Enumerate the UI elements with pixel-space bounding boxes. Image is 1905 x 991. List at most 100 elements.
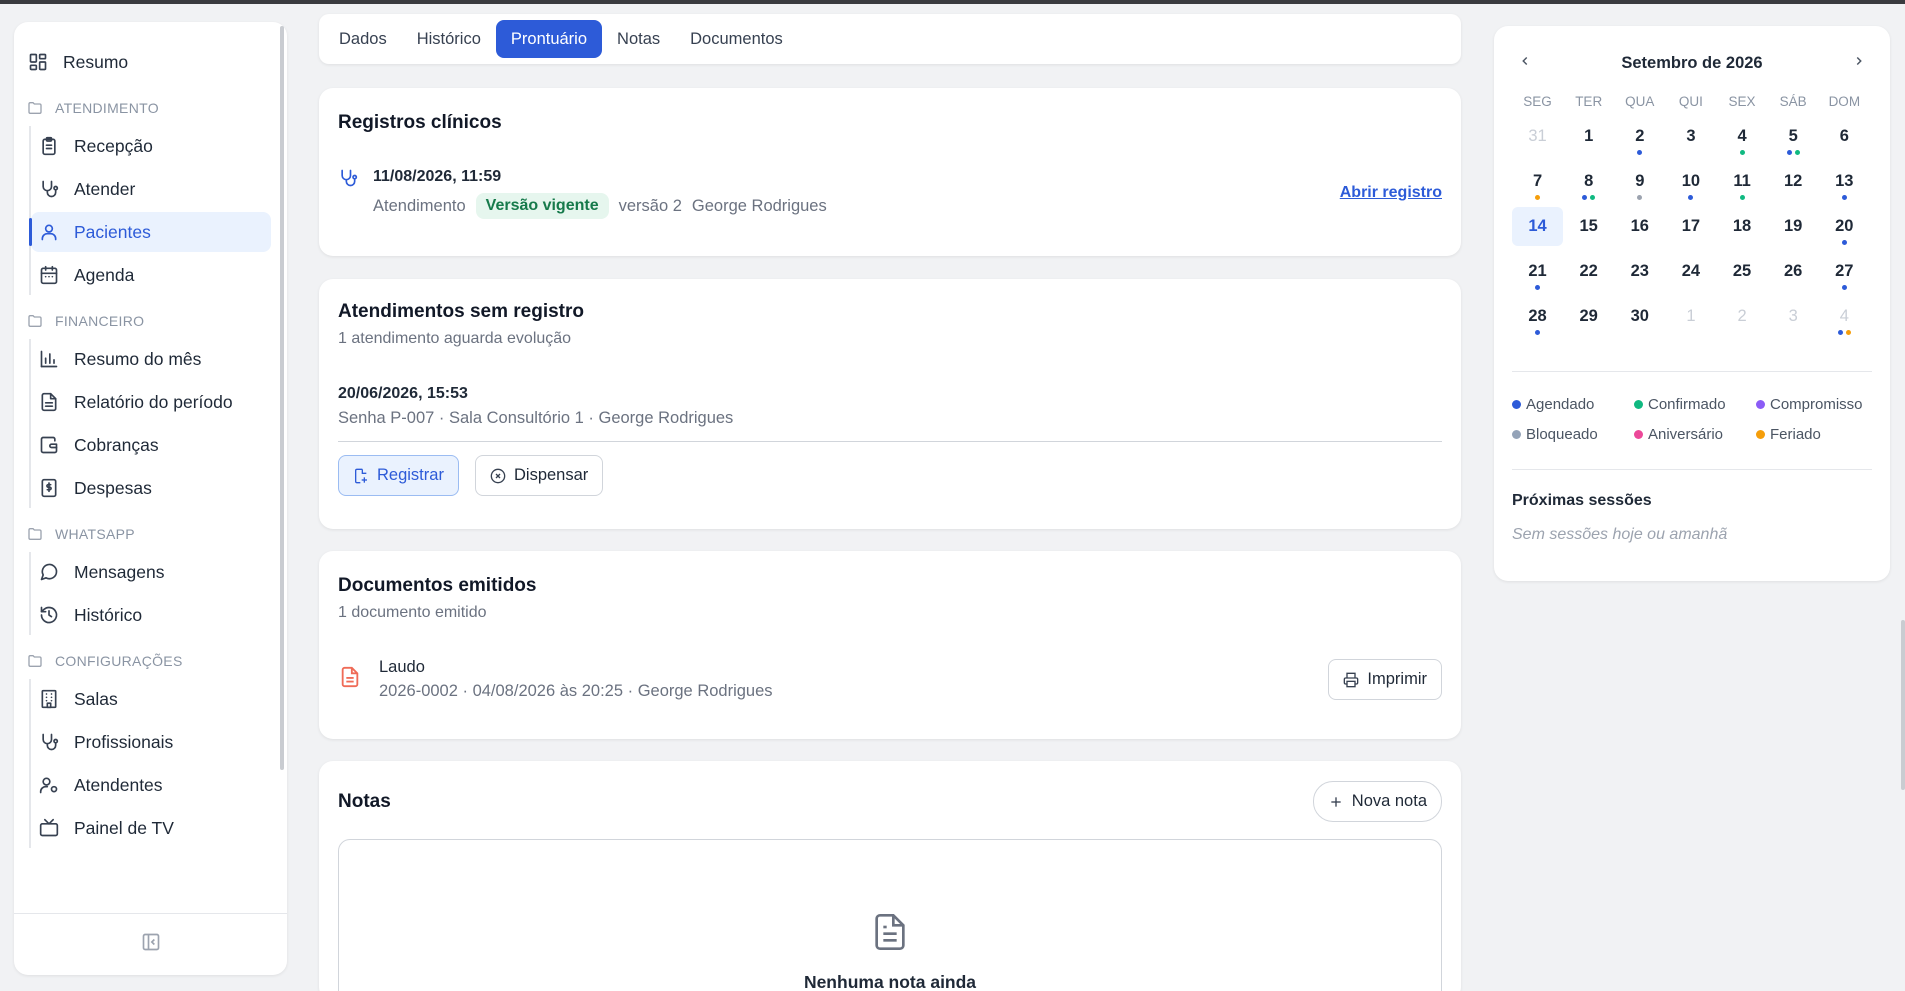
stethoscope-icon [338,168,358,193]
sidebar-item-pacientes[interactable]: Pacientes [29,212,271,252]
day-number: 31 [1528,127,1547,145]
sidebar-item-relat-rio-do-per-odo[interactable]: Relatório do período [31,382,271,422]
calendar-day[interactable]: 2 [1717,294,1768,339]
sidebar-item-profissionais[interactable]: Profissionais [31,722,271,762]
event-dot [1590,195,1596,200]
calendar-day[interactable]: 3 [1768,294,1819,339]
record-meta: Atendimento Versão vigente versão 2 Geor… [373,193,827,219]
calendar-day[interactable]: 28 [1512,294,1563,339]
sidebar-scrollbar[interactable] [280,26,284,770]
day-number: 19 [1784,217,1803,235]
calendar-day[interactable]: 16 [1614,204,1665,249]
sidebar-scroll-area: Resumo ATENDIMENTO Recepção Atender Pacient… [14,22,287,912]
chevron-left-icon[interactable] [1518,54,1532,73]
calendar-day[interactable]: 20 [1819,204,1870,249]
calendar-day[interactable]: 26 [1768,249,1819,294]
file-text-icon [870,910,910,959]
calendar-day-today[interactable]: 14 [1512,204,1563,249]
collapse-sidebar-icon[interactable] [141,932,161,957]
tab-dados[interactable]: Dados [324,20,402,58]
day-number: 29 [1579,307,1598,325]
sidebar-item-despesas[interactable]: Despesas [31,468,271,508]
calendar-day[interactable]: 25 [1717,249,1768,294]
tab-notas[interactable]: Notas [602,20,675,58]
calendar-week-row: 14 15 16 17 18 19 20 [1512,204,1870,249]
stethoscope-icon [38,731,60,753]
calendar-day[interactable]: 24 [1665,249,1716,294]
calendar-day[interactable]: 11 [1717,159,1768,204]
calendar-day[interactable]: 15 [1563,204,1614,249]
calendar-day[interactable]: 23 [1614,249,1665,294]
day-number: 7 [1532,172,1543,190]
calendar-day[interactable]: 4 [1819,294,1870,339]
calendar-day[interactable]: 18 [1717,204,1768,249]
sidebar-item-atender[interactable]: Atender [31,169,271,209]
sidebar-item-salas[interactable]: Salas [31,679,271,719]
folder-icon [27,312,45,330]
open-record-link[interactable]: Abrir registro [1340,184,1442,202]
calendar-day[interactable]: 21 [1512,249,1563,294]
calendar-day[interactable]: 6 [1819,114,1870,159]
sidebar-item-resumo[interactable]: Resumo [14,42,287,82]
record-type: Atendimento [373,196,466,215]
legend-dot [1756,429,1765,439]
sidebar-group: Salas Profissionais Atendentes Painel de TV [29,679,287,848]
calendar-day[interactable]: 10 [1665,159,1716,204]
sidebar-item-agenda[interactable]: Agenda [31,255,271,295]
tab-documentos[interactable]: Documentos [675,20,798,58]
sidebar-item-painel-de-tv[interactable]: Painel de TV [31,808,271,848]
day-number: 20 [1835,217,1854,235]
calendar-day[interactable]: 19 [1768,204,1819,249]
day-number: 22 [1579,262,1598,280]
record-date: 11/08/2026, 11:59 [373,168,502,185]
calendar-day[interactable]: 29 [1563,294,1614,339]
sidebar-item-atendentes[interactable]: Atendentes [31,765,271,805]
calendar-day[interactable]: 13 [1819,159,1870,204]
calendar-day[interactable]: 9 [1614,159,1665,204]
event-dot [1841,240,1847,245]
calendar-day[interactable]: 12 [1768,159,1819,204]
new-note-button[interactable]: Nova nota [1312,781,1442,822]
sidebar-item-cobran-as[interactable]: Cobranças [31,425,271,465]
day-number: 6 [1839,127,1849,145]
page-scrollbar[interactable] [1901,620,1905,790]
calendar-day[interactable]: 5 [1768,114,1819,159]
legend-dot [1634,429,1643,439]
calendar-day[interactable]: 4 [1717,114,1768,159]
calendar-day[interactable]: 1 [1665,294,1716,339]
document-meta: 2026-0002 · 04/08/2026 às 20:25 · George… [379,682,773,700]
calendar-day[interactable]: 3 [1665,114,1716,159]
chevron-right-icon[interactable] [1852,54,1866,73]
event-dots [1563,195,1614,200]
event-dot [1739,150,1745,155]
sidebar-item-recep-o[interactable]: Recepção [31,126,271,166]
calendar-day[interactable]: 2 [1614,114,1665,159]
calendar-day[interactable]: 17 [1665,204,1716,249]
calendar-day[interactable]: 22 [1563,249,1614,294]
next-sessions-empty: Sem sessões hoje ou amanhã [1512,526,1728,543]
sidebar-section-title: ATENDIMENTO [14,96,287,120]
divider [1512,371,1872,372]
calendar-day[interactable]: 8 [1563,159,1614,204]
day-number: 21 [1528,262,1547,280]
event-dots [1819,240,1870,245]
tab-prontu-rio[interactable]: Prontuário [495,20,603,58]
sidebar-item-mensagens[interactable]: Mensagens [31,552,271,592]
calendar-day[interactable]: 7 [1512,159,1563,204]
day-number: 1 [1686,307,1696,325]
calendar-day[interactable]: 31 [1512,114,1563,159]
sidebar-item-hist-rico[interactable]: Histórico [31,595,271,635]
calendar-day[interactable]: 27 [1819,249,1870,294]
tab-hist-rico[interactable]: Histórico [402,20,496,58]
calendar-day[interactable]: 30 [1614,294,1665,339]
day-number: 9 [1635,172,1645,190]
day-number: 13 [1835,172,1854,190]
sidebar-item-resumo-do-m-s[interactable]: Resumo do mês [31,339,271,379]
calendar-day[interactable]: 1 [1563,114,1614,159]
print-button[interactable]: Imprimir [1328,659,1442,700]
register-button[interactable]: Registrar [338,455,459,496]
event-dot [1841,195,1847,200]
sidebar-group: Mensagens Histórico [29,552,287,635]
dismiss-button[interactable]: Dispensar [475,455,604,496]
legend-item: Aniversário [1634,419,1756,449]
